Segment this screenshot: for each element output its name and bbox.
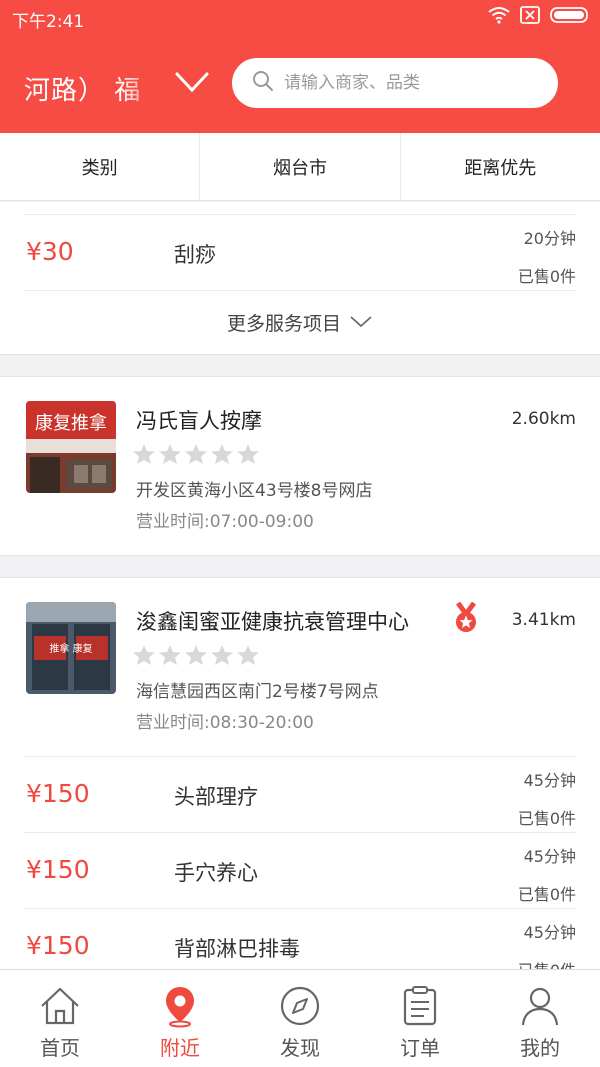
- location-fade: [122, 70, 162, 110]
- star-icon: [133, 444, 155, 464]
- more-services-label: 更多服务项目: [226, 313, 341, 335]
- service-duration: 45分钟: [523, 923, 576, 942]
- service-price: ¥150: [26, 855, 90, 884]
- tab-mine-label: 我的: [520, 1036, 560, 1060]
- status-bar: 下午2:41: [0, 0, 600, 36]
- star-icon: [237, 444, 259, 464]
- shop-card[interactable]: 康复推拿 冯氏盲人按摩 2.60km 开发区黄海小区43号楼8号网店 营业时间:…: [0, 377, 600, 556]
- search-input[interactable]: [284, 73, 534, 93]
- thumb-sign-text: 推拿 康复: [49, 642, 92, 655]
- tab-discover-label: 发现: [280, 1036, 320, 1060]
- shop-thumbnail: 推拿 康复: [26, 602, 116, 694]
- service-name: 刮痧: [174, 243, 216, 267]
- service-duration: 20分钟: [523, 229, 576, 248]
- location-pin-icon: [166, 987, 194, 1028]
- wifi-icon: [488, 6, 510, 24]
- service-sold: 已售0件: [517, 885, 576, 904]
- more-services-button[interactable]: 更多服务项目: [24, 290, 576, 354]
- service-duration: 45分钟: [523, 771, 576, 790]
- star-icon: [133, 645, 155, 665]
- star-icon: [237, 645, 259, 665]
- shop-card-partial: ¥30 刮痧 20分钟 已售0件 更多服务项目: [0, 202, 600, 355]
- service-duration: 45分钟: [523, 847, 576, 866]
- shop-info[interactable]: 康复推拿 冯氏盲人按摩 2.60km 开发区黄海小区43号楼8号网店 营业时间:…: [0, 377, 600, 555]
- shop-list[interactable]: ¥30 刮痧 20分钟 已售0件 更多服务项目 康复推拿 冯氏盲人按摩 2.60…: [0, 202, 600, 969]
- compass-icon: [280, 986, 320, 1026]
- chevron-down-icon: [349, 312, 373, 334]
- service-name: 手穴养心: [174, 861, 258, 885]
- service-row[interactable]: ¥30 刮痧 20分钟 已售0件: [24, 214, 576, 290]
- service-row[interactable]: ¥150 头部理疗 45分钟 已售0件: [24, 756, 576, 832]
- service-price: ¥30: [26, 237, 74, 266]
- tab-home[interactable]: 首页: [0, 970, 120, 1067]
- service-sold: 已售0件: [518, 957, 576, 969]
- battery-icon: [550, 6, 590, 24]
- filter-bar: 类别 烟台市 距离优先: [0, 133, 600, 201]
- service-row[interactable]: ¥150 手穴养心 45分钟 已售0件: [24, 832, 576, 908]
- shop-thumbnail: 康复推拿: [26, 401, 116, 493]
- star-icon: [211, 645, 233, 665]
- clipboard-icon: [403, 986, 437, 1026]
- service-price: ¥150: [26, 779, 90, 808]
- section-gap: [0, 556, 600, 578]
- star-icon: [211, 444, 233, 464]
- star-icon: [185, 444, 207, 464]
- app-header: 下午2:41 河路） 福: [0, 0, 600, 133]
- tab-mine[interactable]: 我的: [480, 970, 600, 1067]
- shop-distance: 2.60km: [511, 409, 576, 429]
- tab-nearby-label: 附近: [160, 1036, 200, 1060]
- shop-distance: 3.41km: [511, 610, 576, 630]
- bottom-tab-bar: 首页 附近 发现 订单 我的: [0, 969, 600, 1067]
- tab-orders-label: 订单: [400, 1036, 440, 1060]
- service-name: 背部淋巴排毒: [174, 937, 300, 961]
- status-time: 下午2:41: [12, 12, 85, 32]
- rating-stars: [132, 443, 260, 465]
- user-icon: [521, 987, 559, 1026]
- location-selector[interactable]: 河路） 福: [24, 70, 162, 110]
- shop-name[interactable]: 冯氏盲人按摩: [136, 405, 262, 435]
- shop-name[interactable]: 浚鑫闺蜜亚健康抗衰管理中心: [136, 606, 409, 636]
- star-icon: [159, 444, 181, 464]
- shop-address: 海信慧园西区南门2号楼7号网点: [136, 682, 379, 702]
- thumb-sign-text: 康复推拿: [35, 412, 107, 434]
- shop-hours: 营业时间:07:00-09:00: [136, 512, 314, 532]
- search-icon: [252, 70, 274, 96]
- tab-nearby[interactable]: 附近: [120, 970, 240, 1067]
- shop-card[interactable]: 推拿 康复 浚鑫闺蜜亚健康抗衰管理中心 3.41km 海信慧园西区南门2号楼7号…: [0, 578, 600, 969]
- chevron-down-icon[interactable]: [174, 70, 210, 100]
- tab-discover[interactable]: 发现: [240, 970, 360, 1067]
- star-icon: [159, 645, 181, 665]
- shop-address: 开发区黄海小区43号楼8号网店: [136, 481, 373, 501]
- filter-category[interactable]: 类别: [0, 133, 201, 200]
- home-icon: [41, 987, 79, 1025]
- no-sim-icon: [520, 6, 540, 24]
- tab-orders[interactable]: 订单: [360, 970, 480, 1067]
- shop-info[interactable]: 推拿 康复 浚鑫闺蜜亚健康抗衰管理中心 3.41km 海信慧园西区南门2号楼7号…: [0, 578, 600, 756]
- medal-badge-icon: [452, 601, 480, 638]
- filter-city[interactable]: 烟台市: [200, 133, 401, 200]
- service-sold: 已售0件: [517, 267, 576, 286]
- star-icon: [185, 645, 207, 665]
- section-gap: [0, 355, 600, 377]
- filter-sort[interactable]: 距离优先: [401, 133, 600, 200]
- service-sold: 已售0件: [517, 809, 576, 828]
- rating-stars: [132, 644, 260, 666]
- search-box[interactable]: [232, 58, 558, 108]
- tab-home-label: 首页: [40, 1036, 80, 1060]
- service-row[interactable]: ¥150 背部淋巴排毒 45分钟 已售0件: [24, 908, 576, 969]
- service-price: ¥150: [26, 931, 90, 960]
- service-name: 头部理疗: [174, 785, 258, 809]
- shop-hours: 营业时间:08:30-20:00: [136, 713, 314, 733]
- status-icons: [488, 6, 590, 24]
